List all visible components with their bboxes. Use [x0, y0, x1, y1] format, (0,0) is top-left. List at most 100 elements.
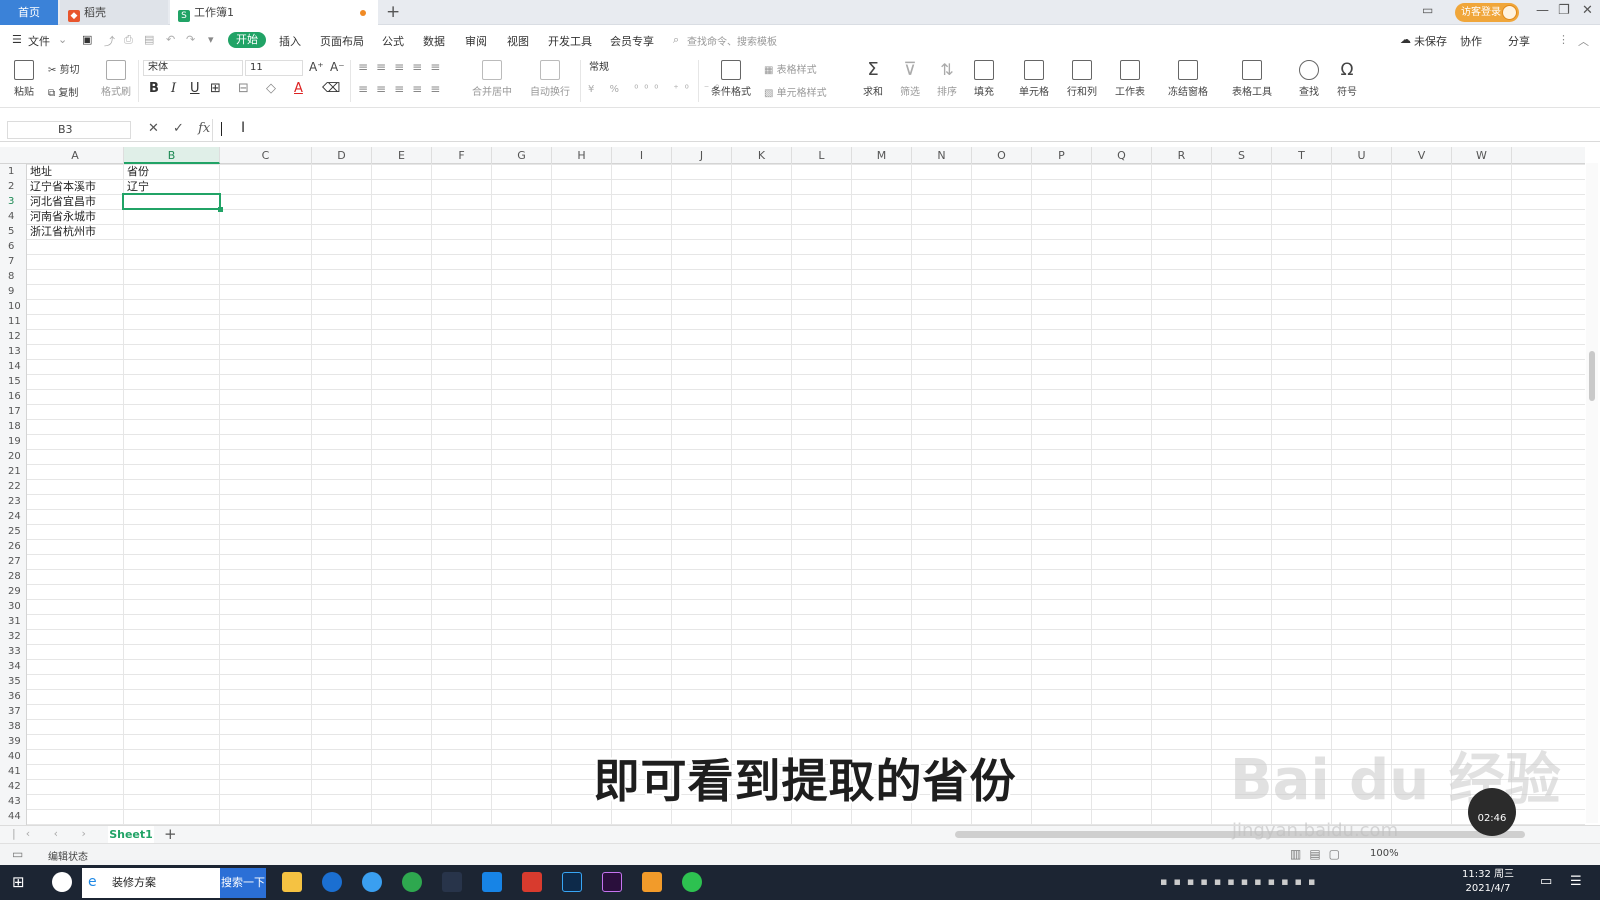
- align-top-icons[interactable]: ≡≡≡≡≡: [358, 60, 448, 74]
- cell-b2[interactable]: 辽宁: [124, 179, 149, 194]
- collapse-ribbon-icon[interactable]: ︿: [1578, 33, 1589, 49]
- undo-icon[interactable]: ↶: [166, 33, 175, 46]
- row-header-34[interactable]: 34: [0, 659, 27, 674]
- sum-button[interactable]: Σ 求和: [858, 60, 888, 99]
- column-header-h[interactable]: H: [552, 147, 612, 164]
- row-header-8[interactable]: 8: [0, 269, 27, 284]
- unsaved-status[interactable]: 未保存: [1414, 33, 1447, 49]
- menu-data[interactable]: 数据: [423, 33, 445, 49]
- cell-b1[interactable]: 省份: [124, 164, 149, 179]
- row-header-12[interactable]: 12: [0, 329, 27, 344]
- row-header-10[interactable]: 10: [0, 299, 27, 314]
- notification-icon[interactable]: ▭: [1540, 874, 1552, 889]
- column-header-m[interactable]: M: [852, 147, 912, 164]
- app-d-icon[interactable]: [482, 872, 502, 892]
- freeze-panes-button[interactable]: 冻结窗格: [1162, 60, 1214, 98]
- formula-input[interactable]: I: [212, 119, 1598, 141]
- decrease-font-icon[interactable]: A⁻: [330, 60, 345, 74]
- row-header-22[interactable]: 22: [0, 479, 27, 494]
- taskbar-search-button[interactable]: 搜索一下: [220, 868, 266, 898]
- premiere-icon[interactable]: [602, 872, 622, 892]
- bold-button[interactable]: B: [149, 81, 159, 96]
- column-header-u[interactable]: U: [1332, 147, 1392, 164]
- row-header-38[interactable]: 38: [0, 719, 27, 734]
- worksheet-button[interactable]: 工作表: [1110, 60, 1150, 98]
- italic-button[interactable]: I: [171, 81, 176, 96]
- cell-a3[interactable]: 河北省宜昌市: [27, 194, 96, 209]
- row-header-35[interactable]: 35: [0, 674, 27, 689]
- find-button[interactable]: 查找: [1294, 60, 1324, 98]
- cancel-formula-button[interactable]: ✕: [148, 121, 159, 136]
- column-header-q[interactable]: Q: [1092, 147, 1152, 164]
- menu-file[interactable]: 文件: [28, 33, 50, 49]
- font-color-icon[interactable]: A: [294, 81, 303, 96]
- row-header-24[interactable]: 24: [0, 509, 27, 524]
- column-header-e[interactable]: E: [372, 147, 432, 164]
- notes-icon[interactable]: [642, 872, 662, 892]
- column-header-p[interactable]: P: [1032, 147, 1092, 164]
- collaborate-button[interactable]: 协作: [1460, 33, 1482, 49]
- column-header-t[interactable]: T: [1272, 147, 1332, 164]
- column-header-d[interactable]: D: [312, 147, 372, 164]
- conditional-format-button[interactable]: 条件格式: [706, 60, 756, 98]
- action-center-icon[interactable]: ☰: [1570, 874, 1582, 889]
- preview-icon[interactable]: ▤: [144, 33, 154, 46]
- cell-a5[interactable]: 浙江省杭州市: [27, 224, 96, 239]
- row-header-39[interactable]: 39: [0, 734, 27, 749]
- symbol-button[interactable]: Ω 符号: [1332, 60, 1362, 98]
- column-header-b[interactable]: B: [124, 147, 220, 164]
- menu-developer[interactable]: 开发工具: [548, 33, 592, 49]
- row-header-32[interactable]: 32: [0, 629, 27, 644]
- column-header-a[interactable]: A: [27, 147, 124, 164]
- column-header-f[interactable]: F: [432, 147, 492, 164]
- table-style-button[interactable]: ▦ 表格样式: [764, 61, 817, 76]
- column-header-k[interactable]: K: [732, 147, 792, 164]
- wechat-icon[interactable]: [682, 872, 702, 892]
- hamburger-icon[interactable]: ☰: [12, 33, 22, 46]
- sheet-tab-sheet1[interactable]: Sheet1: [108, 826, 154, 844]
- number-format-icons[interactable]: ¥ % ⁰⁰⁰ ⁺⁰ ⁻⁰: [588, 84, 725, 95]
- row-header-20[interactable]: 20: [0, 449, 27, 464]
- more-icon[interactable]: ⋮: [1558, 33, 1569, 46]
- wps-icon[interactable]: [522, 872, 542, 892]
- align-horizontal-icons[interactable]: ≡≡≡≡≡: [358, 82, 448, 96]
- paste-button[interactable]: 粘贴: [10, 60, 38, 98]
- active-cell-selection[interactable]: [122, 193, 223, 212]
- menu-start[interactable]: 开始: [228, 32, 266, 48]
- tab-workbook[interactable]: S 工作簿1: [170, 0, 378, 25]
- chevron-down-icon[interactable]: ⌄: [58, 33, 67, 46]
- app-icon-1[interactable]: [52, 872, 72, 892]
- quick-access-dropdown-icon[interactable]: ▾: [208, 33, 214, 46]
- row-header-13[interactable]: 13: [0, 344, 27, 359]
- add-sheet-button[interactable]: +: [164, 825, 177, 843]
- menu-member[interactable]: 会员专享: [610, 33, 654, 49]
- row-header-23[interactable]: 23: [0, 494, 27, 509]
- print-icon[interactable]: ⎙: [124, 33, 133, 47]
- row-header-15[interactable]: 15: [0, 374, 27, 389]
- insert-function-button[interactable]: fx: [198, 121, 210, 136]
- row-header-16[interactable]: 16: [0, 389, 27, 404]
- edge-icon[interactable]: [322, 872, 342, 892]
- row-header-4[interactable]: 4: [0, 209, 27, 224]
- column-header-l[interactable]: L: [792, 147, 852, 164]
- column-header-g[interactable]: G: [492, 147, 552, 164]
- row-header-33[interactable]: 33: [0, 644, 27, 659]
- row-header-36[interactable]: 36: [0, 689, 27, 704]
- cell-a2[interactable]: 辽宁省本溪市: [27, 179, 96, 194]
- row-header-30[interactable]: 30: [0, 599, 27, 614]
- menu-review[interactable]: 审阅: [465, 33, 487, 49]
- export-icon[interactable]: ⤴: [104, 33, 115, 49]
- photoshop-icon[interactable]: [562, 872, 582, 892]
- row-header-26[interactable]: 26: [0, 539, 27, 554]
- menu-view[interactable]: 视图: [507, 33, 529, 49]
- cell-a1[interactable]: 地址: [27, 164, 52, 179]
- zoom-level[interactable]: 100%: [1370, 848, 1399, 859]
- row-header-9[interactable]: 9: [0, 284, 27, 299]
- copy-button[interactable]: ⧉ 复制: [48, 84, 78, 99]
- save-icon[interactable]: ▣: [82, 33, 92, 46]
- vertical-scrollbar[interactable]: [1586, 163, 1598, 823]
- row-header-2[interactable]: 2: [0, 179, 27, 194]
- menu-page-layout[interactable]: 页面布局: [320, 33, 364, 49]
- close-button[interactable]: ✕: [1582, 3, 1593, 18]
- row-header-6[interactable]: 6: [0, 239, 27, 254]
